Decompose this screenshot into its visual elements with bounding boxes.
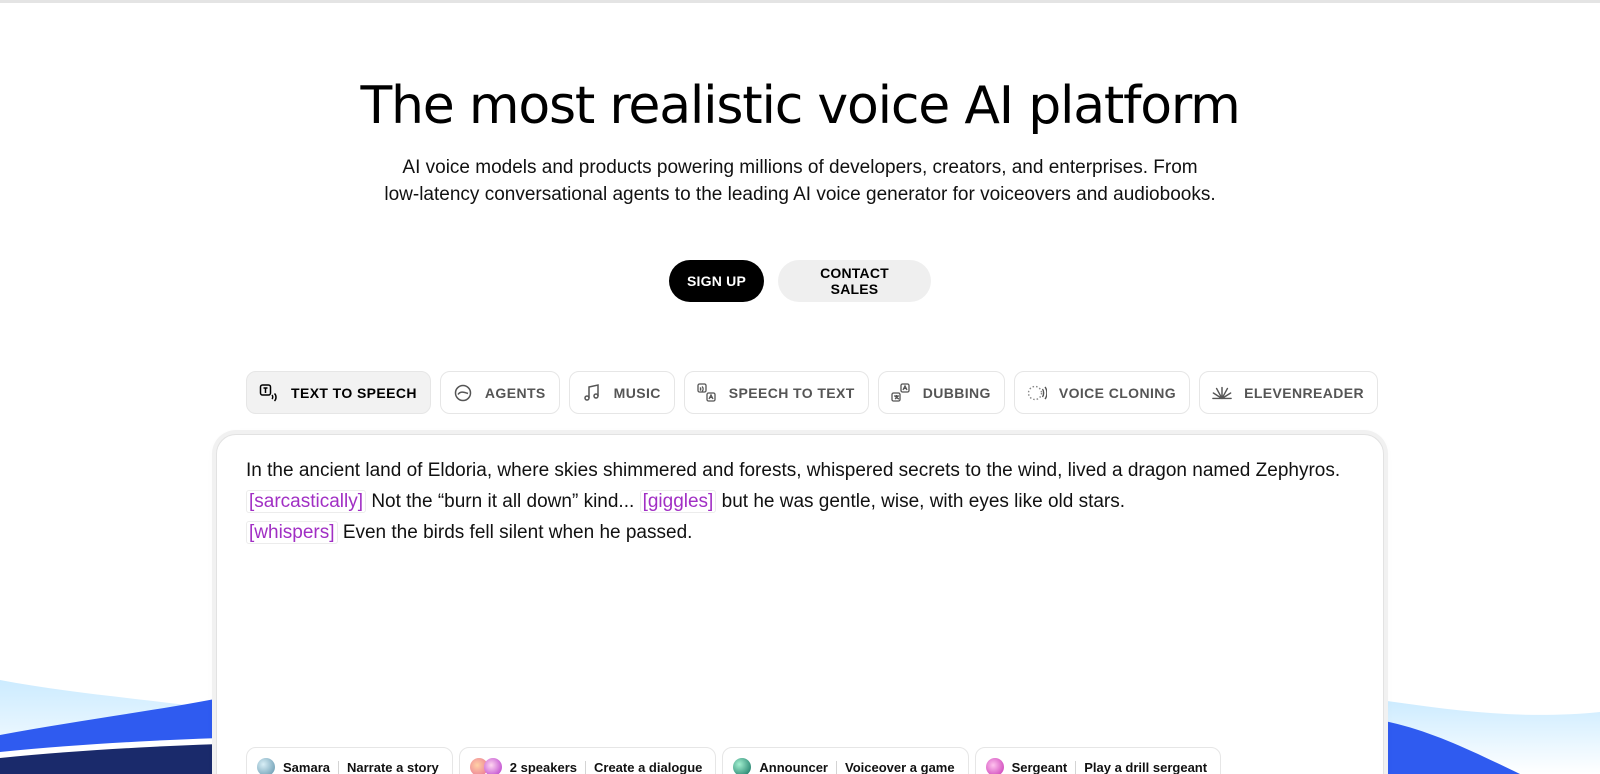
hero-subtitle: AI voice models and products powering mi…: [300, 154, 1300, 208]
avatar: [483, 758, 502, 774]
text-to-speech-icon: [259, 383, 279, 403]
music-note-icon: [582, 383, 602, 403]
tab-music[interactable]: MUSIC: [568, 371, 675, 414]
hero-subtitle-line-2: low-latency conversational agents to the…: [384, 184, 1216, 205]
dubbing-icon: [891, 382, 911, 403]
editor-text-segment: but he was gentle, wise, with eyes like …: [721, 491, 1126, 512]
audio-tag: [sarcastically]: [246, 490, 367, 513]
voice-cloning-icon: [1027, 383, 1047, 403]
tab-agents[interactable]: AGENTS: [439, 371, 560, 414]
sign-up-button[interactable]: SIGN UP: [669, 260, 764, 302]
contact-sales-button[interactable]: CONTACT SALES: [778, 260, 931, 302]
preset-announcer[interactable]: Announcer Voiceover a game: [722, 747, 969, 774]
agents-icon: [453, 383, 473, 403]
hero-subtitle-line-1: AI voice models and products powering mi…: [402, 157, 1198, 178]
editor-text[interactable]: In the ancient land of Eldoria, where sk…: [246, 455, 1346, 548]
preset-2-speakers[interactable]: 2 speakers Create a dialogue: [458, 747, 717, 774]
preset-action: Play a drill sergeant: [1084, 759, 1208, 774]
preset-voice: Announcer: [759, 759, 828, 774]
preset-voice: Samara: [283, 759, 330, 774]
audio-tag: [whispers]: [246, 521, 338, 544]
hero-title: The most realistic voice AI platform: [360, 76, 1240, 136]
tab-label: ELEVENREADER: [1244, 384, 1365, 401]
divider: [337, 760, 339, 774]
tab-text-to-speech[interactable]: TEXT TO SPEECH: [246, 371, 431, 414]
text-to-speech-editor[interactable]: In the ancient land of Eldoria, where sk…: [216, 434, 1384, 774]
preset-voice: 2 speakers: [509, 759, 577, 774]
tab-label: DUBBING: [922, 384, 991, 401]
cta-row: SIGN UP CONTACT SALES: [0, 260, 1600, 302]
editor-text-segment: In the ancient land of Eldoria, where sk…: [246, 460, 1341, 481]
divider: [836, 760, 837, 774]
product-tabs: TEXT TO SPEECH AGENTS MUSIC SPEECH TO TE…: [246, 371, 1379, 414]
tab-label: VOICE CLONING: [1058, 384, 1177, 401]
speech-to-text-icon: [697, 382, 717, 403]
tab-label: MUSIC: [613, 384, 661, 401]
tab-dubbing[interactable]: DUBBING: [877, 371, 1005, 414]
page: The most realistic voice AI platform AI …: [0, 0, 1600, 774]
tab-voice-cloning[interactable]: VOICE CLONING: [1013, 371, 1191, 414]
editor-text-segment: Even the birds fell silent when he passe…: [342, 522, 693, 543]
divider: [1075, 760, 1077, 774]
divider: [585, 760, 586, 774]
preset-action: Voiceover a game: [845, 759, 955, 774]
preset-action: Narrate a story: [346, 759, 439, 774]
avatar: [985, 758, 1004, 774]
avatar-group: [469, 758, 502, 774]
audio-tag: [giggles]: [639, 490, 717, 513]
tab-label: AGENTS: [484, 384, 546, 401]
tab-elevenreader[interactable]: ELEVENREADER: [1199, 371, 1379, 414]
elevenreader-icon: [1212, 383, 1232, 403]
top-border: [0, 0, 1600, 3]
preset-action: Create a dialogue: [594, 759, 703, 774]
tab-label: SPEECH TO TEXT: [728, 384, 855, 401]
tab-speech-to-text[interactable]: SPEECH TO TEXT: [683, 371, 869, 414]
voice-presets: Samara Narrate a story 2 speakers Create…: [246, 747, 1222, 774]
preset-sergeant[interactable]: Sergeant Play a drill sergeant: [974, 747, 1222, 774]
avatar: [257, 758, 275, 774]
editor-text-segment: Not the “burn it all down” kind...: [371, 491, 635, 512]
avatar: [733, 758, 752, 774]
preset-samara[interactable]: Samara Narrate a story: [246, 747, 453, 774]
tab-label: TEXT TO SPEECH: [291, 384, 417, 401]
preset-voice: Sergeant: [1011, 759, 1068, 774]
